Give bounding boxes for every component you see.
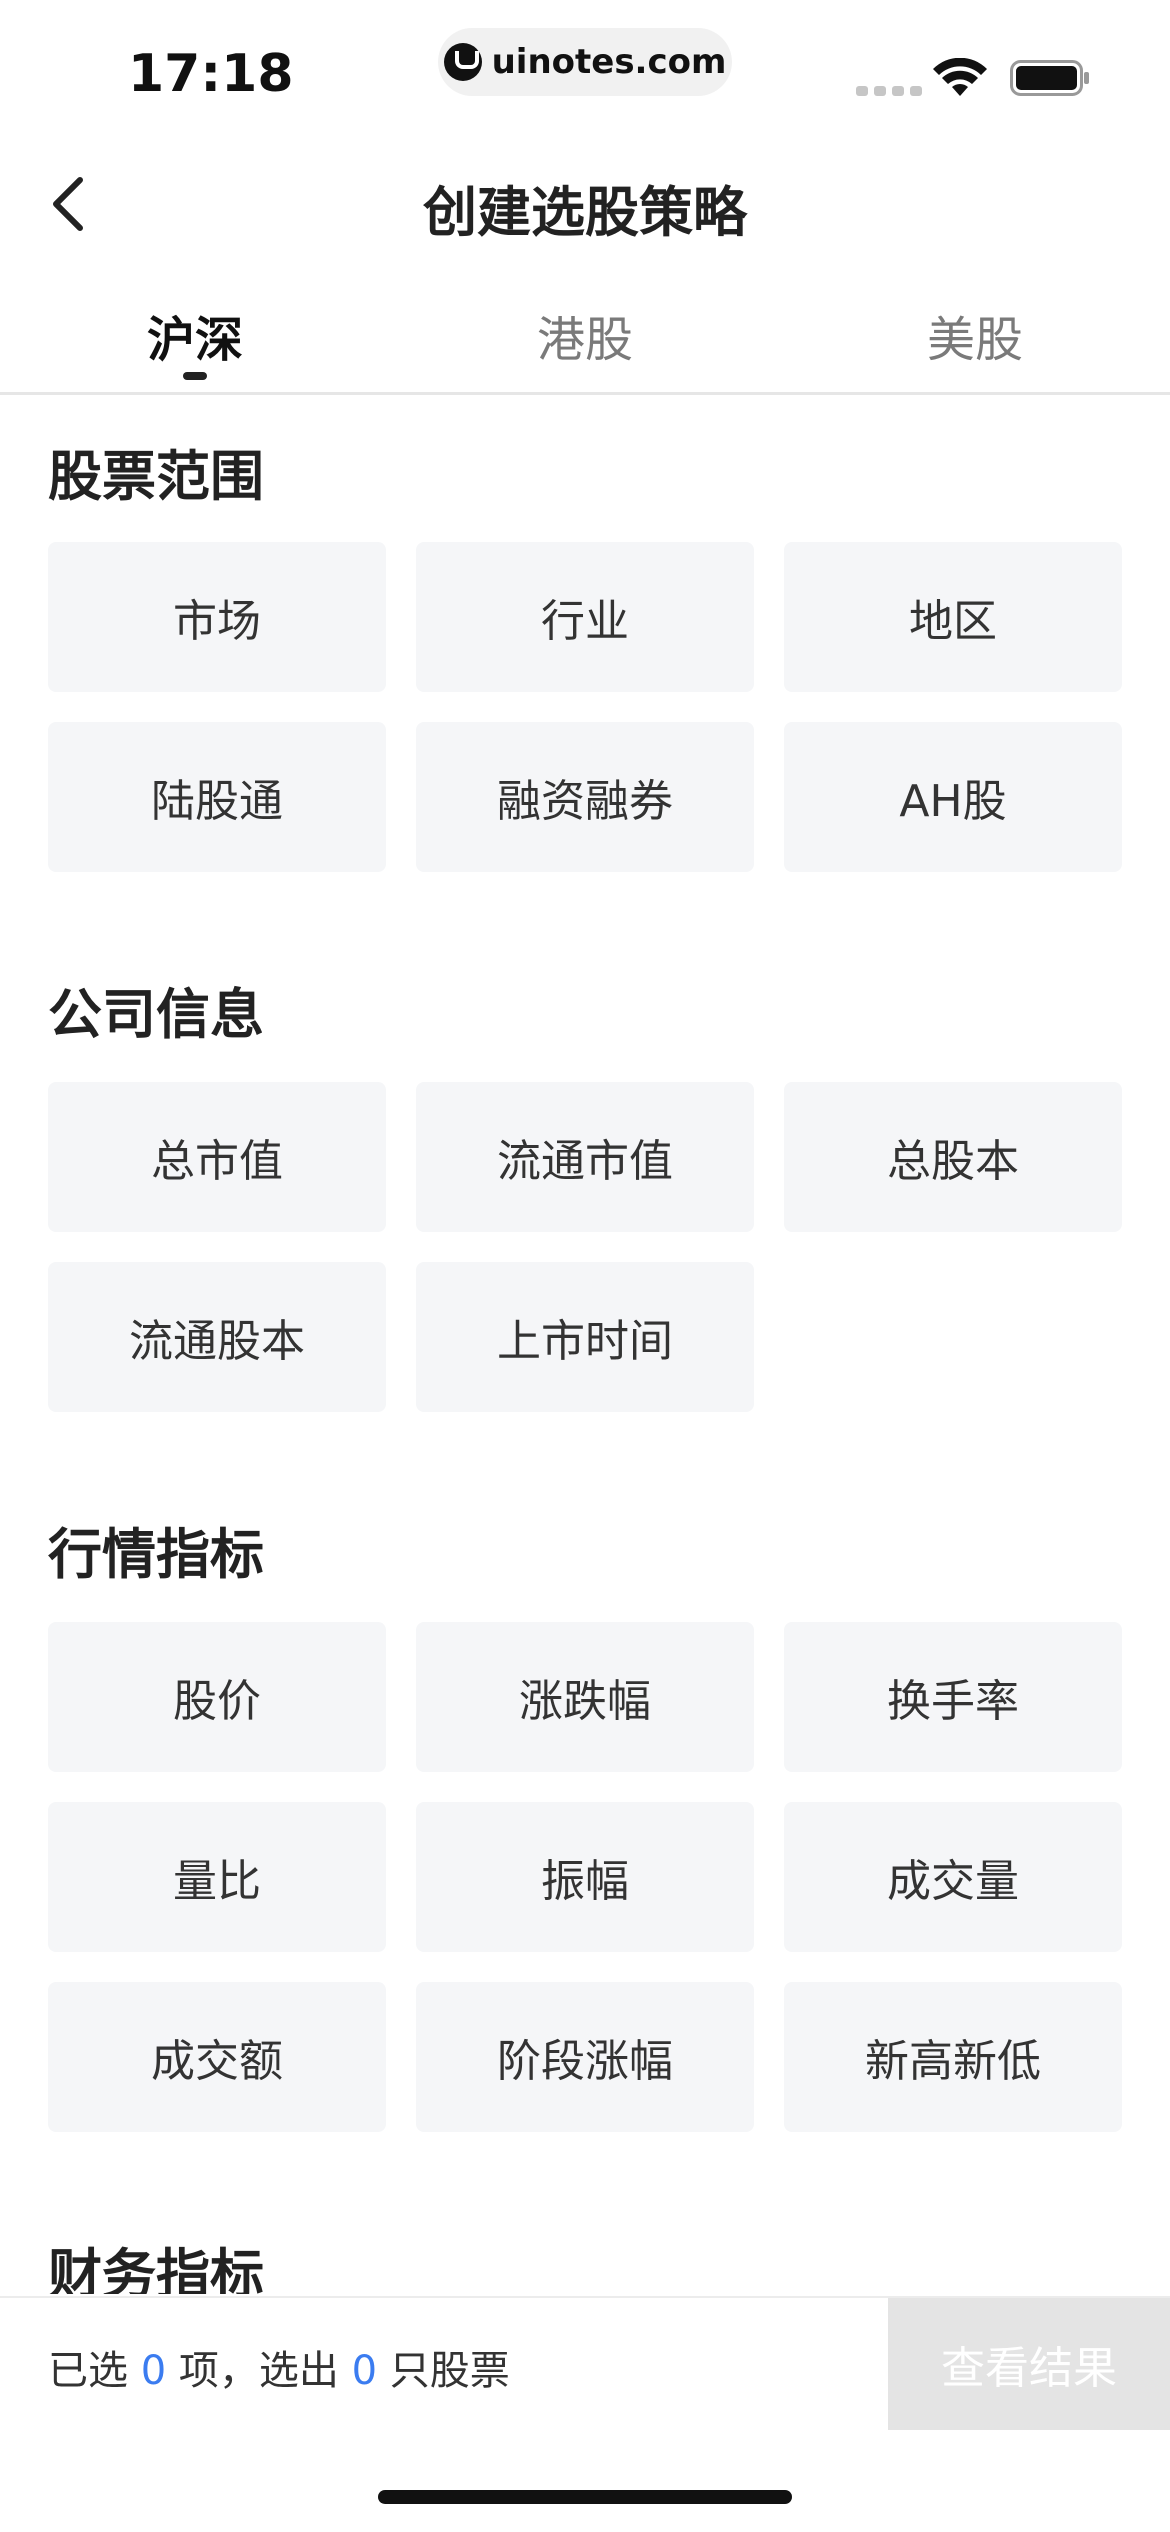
nav-bar: 创建选股策略 — [0, 150, 1170, 260]
page-title: 创建选股策略 — [423, 181, 747, 244]
summary-prefix: 已选 — [48, 2348, 128, 2394]
option-button[interactable]: 上市时间 — [416, 1262, 754, 1412]
option-button[interactable]: 新高新低 — [784, 1982, 1122, 2132]
option-button[interactable]: 地区 — [784, 542, 1122, 692]
option-button[interactable]: 成交额 — [48, 1982, 386, 2132]
result-count: 0 — [351, 2348, 378, 2394]
view-results-button[interactable]: 查看结果 — [888, 2298, 1170, 2430]
signal-icon — [856, 86, 922, 96]
url-text: uinotes.com — [491, 42, 727, 82]
market-tabs: 沪深 港股 美股 — [0, 290, 1170, 395]
section-title-market-indicators: 行情指标 — [48, 1523, 264, 1586]
url-pill[interactable]: uinotes.com — [438, 28, 732, 96]
tab-hong-kong[interactable]: 港股 — [390, 300, 780, 370]
option-button[interactable]: 成交量 — [784, 1802, 1122, 1952]
option-button[interactable]: 总市值 — [48, 1082, 386, 1232]
option-button[interactable]: 阶段涨幅 — [416, 1982, 754, 2132]
summary-middle: 项，选出 — [178, 2348, 339, 2394]
section-title-financial-indicators: 财务指标 — [48, 2243, 264, 2294]
option-button[interactable]: 陆股通 — [48, 722, 386, 872]
criteria-list: 股票范围 市场 行业 地区 陆股通 融资融券 AH股 公司信息 总市值 流通市值… — [0, 394, 1170, 2294]
option-button[interactable]: 换手率 — [784, 1622, 1122, 1772]
bottom-bar: 已选 0 项，选出 0 只股票 查看结果 — [0, 2296, 1170, 2430]
tab-indicator — [183, 372, 207, 380]
option-button[interactable]: 行业 — [416, 542, 754, 692]
option-button[interactable]: 量比 — [48, 1802, 386, 1952]
section-title-stock-range: 股票范围 — [48, 445, 264, 508]
battery-icon — [1010, 60, 1089, 96]
option-button[interactable]: 总股本 — [784, 1082, 1122, 1232]
option-button[interactable]: 市场 — [48, 542, 386, 692]
option-button[interactable]: 融资融券 — [416, 722, 754, 872]
selection-summary: 已选 0 项，选出 0 只股票 — [48, 2338, 510, 2396]
option-button[interactable]: 股价 — [48, 1622, 386, 1772]
option-button[interactable]: AH股 — [784, 722, 1122, 872]
option-button[interactable]: 振幅 — [416, 1802, 754, 1952]
status-bar: 17:18 uinotes.com — [0, 0, 1170, 140]
option-button[interactable]: 涨跌幅 — [416, 1622, 754, 1772]
summary-suffix: 只股票 — [389, 2348, 510, 2394]
option-button[interactable]: 流通股本 — [48, 1262, 386, 1412]
tab-shanghai-shenzhen[interactable]: 沪深 — [0, 300, 390, 370]
option-button[interactable]: 流通市值 — [416, 1082, 754, 1232]
status-time: 17:18 — [128, 44, 294, 104]
section-title-company-info: 公司信息 — [48, 983, 264, 1046]
home-indicator[interactable] — [378, 2490, 792, 2504]
selected-count: 0 — [140, 2348, 167, 2394]
site-logo-icon — [443, 43, 482, 81]
tab-us[interactable]: 美股 — [780, 300, 1170, 370]
wifi-icon — [933, 58, 987, 96]
